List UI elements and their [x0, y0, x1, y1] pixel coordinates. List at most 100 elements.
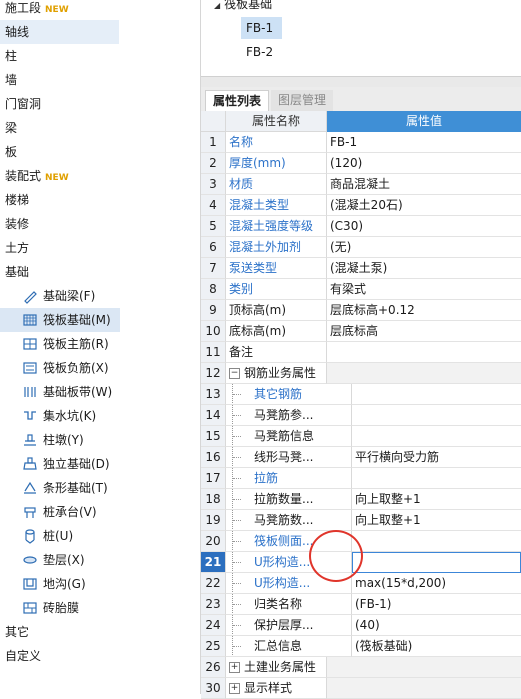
- sidebar-item-9[interactable]: 装修: [0, 212, 200, 236]
- sidebar-item-6[interactable]: 板: [0, 140, 200, 164]
- property-value[interactable]: (混凝土泵): [327, 258, 521, 279]
- sidebar-subitem-5[interactable]: 集水坑(K): [0, 404, 200, 428]
- collapse-arrow-icon[interactable]: ◢: [214, 1, 220, 10]
- property-row[interactable]: 13 其它钢筋: [201, 384, 521, 405]
- property-name-text: 混凝土外加剂: [229, 240, 302, 254]
- property-value[interactable]: [352, 405, 521, 426]
- property-row[interactable]: 2 厚度(mm) (120): [201, 153, 521, 174]
- property-value[interactable]: [327, 678, 521, 699]
- expand-icon[interactable]: +: [229, 662, 240, 673]
- property-value[interactable]: 商品混凝土: [327, 174, 521, 195]
- sidebar-item-5[interactable]: 梁: [0, 116, 200, 140]
- sidebar-item-4[interactable]: 门窗洞: [0, 92, 200, 116]
- property-row[interactable]: 17 拉筋: [201, 468, 521, 489]
- collapse-icon[interactable]: −: [229, 368, 240, 379]
- property-row[interactable]: 1 名称 FB-1: [201, 132, 521, 153]
- property-row[interactable]: 22 U形构造... max(15*d,200): [201, 573, 521, 594]
- property-row[interactable]: 3 材质 商品混凝土: [201, 174, 521, 195]
- sidebar-item-3[interactable]: 墙: [0, 68, 200, 92]
- property-row[interactable]: 14 马凳筋参...: [201, 405, 521, 426]
- property-value[interactable]: [327, 657, 521, 678]
- property-row[interactable]: 5 混凝土强度等级 (C30): [201, 216, 521, 237]
- property-value[interactable]: [352, 426, 521, 447]
- sidebar-item-label: 板: [5, 145, 18, 159]
- property-value[interactable]: (筏板基础): [352, 636, 521, 657]
- sidebar-subitem-11[interactable]: 垫层(X): [0, 548, 200, 572]
- property-value[interactable]: (120): [327, 153, 521, 174]
- sidebar-subitem-10[interactable]: 桩(U): [0, 524, 200, 548]
- property-row[interactable]: 6 混凝土外加剂 (无): [201, 237, 521, 258]
- property-value[interactable]: 向上取整+1: [352, 510, 521, 531]
- property-row[interactable]: 23 归类名称 (FB-1): [201, 594, 521, 615]
- property-row[interactable]: 24 保护层厚... (40): [201, 615, 521, 636]
- property-value[interactable]: (混凝土20石): [327, 195, 521, 216]
- tab-layer-management[interactable]: 图层管理: [271, 90, 334, 111]
- sidebar-subitem-6[interactable]: 柱墩(Y): [0, 428, 200, 452]
- property-value[interactable]: [327, 363, 521, 384]
- sidebar-subitem-label: 独立基础(D): [43, 457, 110, 471]
- property-row[interactable]: 4 混凝土类型 (混凝土20石): [201, 195, 521, 216]
- property-row[interactable]: 19 马凳筋数... 向上取整+1: [201, 510, 521, 531]
- property-value[interactable]: 向上取整+1: [352, 489, 521, 510]
- property-value[interactable]: [352, 531, 521, 552]
- property-value[interactable]: 层底标高: [327, 321, 521, 342]
- property-row[interactable]: 15 马凳筋信息: [201, 426, 521, 447]
- property-row[interactable]: 26 + 土建业务属性: [201, 657, 521, 678]
- sidebar-item-7[interactable]: 装配式 NEW: [0, 164, 200, 188]
- tab-property-list[interactable]: 属性列表: [205, 90, 270, 112]
- sidebar-item-0[interactable]: 施工段 NEW: [0, 0, 200, 20]
- property-row[interactable]: 11 备注: [201, 342, 521, 363]
- property-name: 混凝土强度等级: [226, 216, 327, 237]
- property-value[interactable]: max(15*d,200): [352, 573, 521, 594]
- sidebar-subitem-7[interactable]: 独立基础(D): [0, 452, 200, 476]
- property-value[interactable]: (40): [352, 615, 521, 636]
- property-value[interactable]: [352, 384, 521, 405]
- sidebar-subitem-13[interactable]: 砖胎膜: [0, 596, 200, 620]
- sidebar-item-bottom-0[interactable]: 其它: [0, 620, 200, 644]
- sidebar-subitem-0[interactable]: 基础梁(F): [0, 284, 200, 308]
- sidebar-item-11[interactable]: 基础: [0, 260, 200, 284]
- property-value[interactable]: [327, 342, 521, 363]
- property-row[interactable]: 12− 钢筋业务属性: [201, 363, 521, 384]
- property-name-text: 筏板侧面...: [254, 534, 314, 548]
- property-value[interactable]: 层底标高+0.12: [327, 300, 521, 321]
- sidebar-subitem-3[interactable]: 筏板负筋(X): [0, 356, 200, 380]
- row-number: 16: [201, 447, 226, 468]
- sidebar-subitem-4[interactable]: 基础板带(W): [0, 380, 200, 404]
- tree-item-fb-2[interactable]: FB-2: [241, 41, 282, 63]
- property-value-editor[interactable]: [352, 552, 521, 573]
- property-row[interactable]: 18 拉筋数量... 向上取整+1: [201, 489, 521, 510]
- tree-item-fb-1[interactable]: FB-1: [241, 17, 282, 39]
- property-value[interactable]: FB-1: [327, 132, 521, 153]
- property-row[interactable]: 8 类别 有梁式: [201, 279, 521, 300]
- sidebar-subitem-label: 筏板基础(M): [43, 313, 111, 327]
- sidebar-item-bottom-1[interactable]: 自定义: [0, 644, 200, 668]
- sidebar-item-1[interactable]: 轴线: [0, 20, 119, 44]
- sidebar-item-2[interactable]: 柱: [0, 44, 200, 68]
- sidebar-subitem-1[interactable]: 筏板基础(M): [0, 308, 120, 332]
- property-row[interactable]: 25 汇总信息 (筏板基础): [201, 636, 521, 657]
- property-row[interactable]: 16 线形马凳... 平行横向受力筋: [201, 447, 521, 468]
- property-row[interactable]: 30 + 显示样式: [201, 678, 521, 699]
- property-value[interactable]: [352, 468, 521, 489]
- sidebar-subitem-12[interactable]: 地沟(G): [0, 572, 200, 596]
- property-row[interactable]: 7 泵送类型 (混凝土泵): [201, 258, 521, 279]
- sidebar-item-8[interactable]: 楼梯: [0, 188, 200, 212]
- sidebar-subitem-9[interactable]: 桩承台(V): [0, 500, 200, 524]
- property-value[interactable]: (C30): [327, 216, 521, 237]
- property-row[interactable]: 9 顶标高(m) 层底标高+0.12: [201, 300, 521, 321]
- sidebar-subitem-2[interactable]: 筏板主筋(R): [0, 332, 200, 356]
- sidebar-subitem-8[interactable]: 条形基础(T): [0, 476, 200, 500]
- row-number: 26: [201, 657, 226, 678]
- expand-icon[interactable]: +: [229, 683, 240, 694]
- property-value[interactable]: (无): [327, 237, 521, 258]
- property-value[interactable]: (FB-1): [352, 594, 521, 615]
- tree-root[interactable]: ◢ 筏板基础: [214, 0, 272, 14]
- new-badge: NEW: [45, 173, 69, 183]
- sidebar-item-10[interactable]: 土方: [0, 236, 200, 260]
- property-value[interactable]: 平行横向受力筋: [352, 447, 521, 468]
- property-row[interactable]: 10 底标高(m) 层底标高: [201, 321, 521, 342]
- grid-rows: 1 名称 FB-1 2 厚度(mm) (120) 3 材质 商品混凝土 4 混凝土类型 (混凝土20石…: [201, 132, 521, 699]
- property-value[interactable]: 有梁式: [327, 279, 521, 300]
- property-name: + 土建业务属性: [226, 657, 327, 678]
